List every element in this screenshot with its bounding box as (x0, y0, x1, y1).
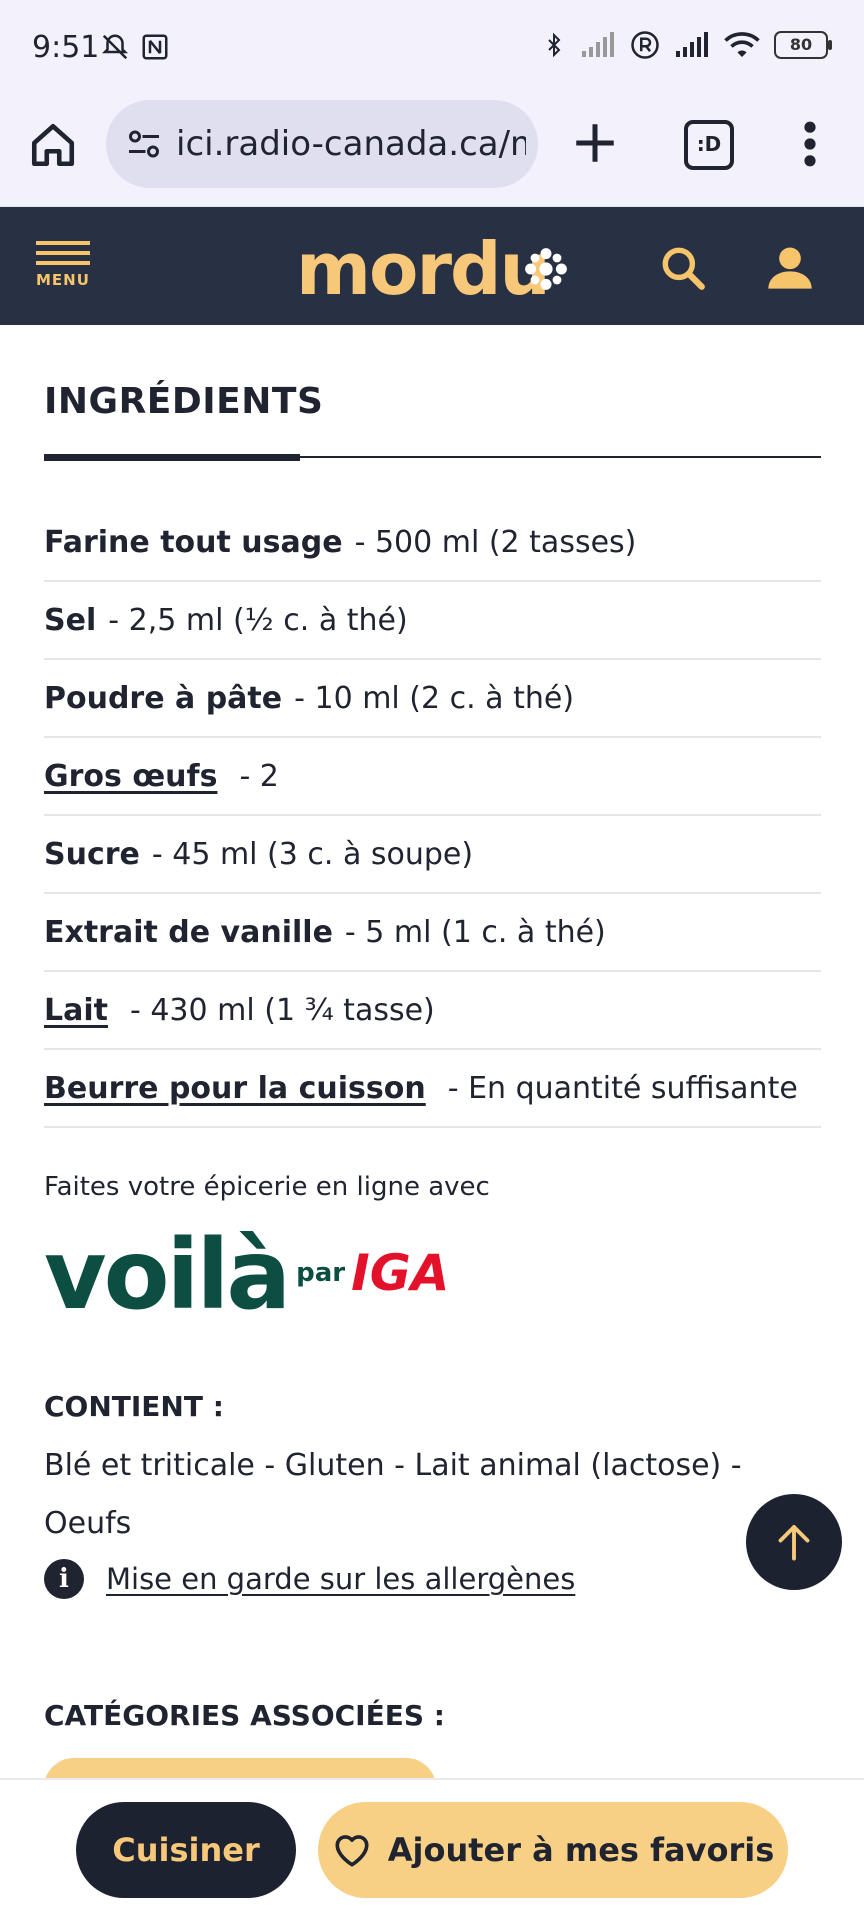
radio-canada-gem-icon (525, 248, 567, 290)
add-to-favorites-label: Ajouter à mes favoris (387, 1831, 775, 1869)
tabs-button[interactable]: :D (684, 120, 734, 170)
hamburger-icon (36, 241, 96, 265)
allergen-warning: i Mise en garde sur les allergènes (44, 1559, 821, 1599)
bottom-action-bar: Cuisiner Ajouter à mes favoris (0, 1778, 864, 1922)
url-text[interactable]: ici.radio-canada.ca/mordu (176, 124, 526, 164)
scroll-to-top-button[interactable] (746, 1494, 842, 1590)
browser-toolbar: ici.radio-canada.ca/mordu :D (0, 96, 864, 207)
site-settings-icon[interactable] (126, 126, 162, 162)
heart-icon (335, 1835, 369, 1867)
ingredient-name: Sel (44, 602, 97, 638)
ingredient-quantity: - 5 ml (1 c. à thé) (344, 914, 606, 950)
status-left-icons (100, 32, 170, 62)
ingredient-row: Gros œufs - 2 (44, 738, 821, 816)
ingredient-quantity: - En quantité suffisante (447, 1070, 798, 1106)
ingredient-name: Extrait de vanille (44, 914, 333, 950)
mordu-logo[interactable]: mordu (296, 227, 551, 311)
ingredient-list: Farine tout usage - 500 ml (2 tasses) Se… (44, 504, 821, 1128)
battery-icon: 80 (774, 31, 832, 59)
ingredient-quantity: - 2 (239, 758, 279, 794)
voila-wordmark: voilà (44, 1219, 291, 1331)
ingredient-row: Farine tout usage - 500 ml (2 tasses) (44, 504, 821, 582)
ingredient-link[interactable]: Beurre pour la cuisson (44, 1071, 426, 1106)
ingredient-row: Extrait de vanille - 5 ml (1 c. à thé) (44, 894, 821, 972)
contains-title: CONTIENT : (44, 1390, 224, 1423)
status-time: 9:51 (32, 30, 100, 65)
allergen-warning-link[interactable]: Mise en garde sur les allergènes (106, 1562, 575, 1596)
ingredient-quantity: - 10 ml (2 c. à thé) (294, 680, 575, 716)
search-icon[interactable] (658, 243, 708, 293)
info-icon: i (44, 1559, 84, 1599)
menu-label: MENU (36, 271, 90, 289)
allergens-text: Blé et triticale - Gluten - Lait animal … (44, 1448, 742, 1541)
ingredients-tab-indicator (44, 454, 821, 461)
plus-icon[interactable] (570, 118, 620, 168)
ingredient-quantity: - 45 ml (3 c. à soupe) (151, 836, 474, 872)
bluetooth-icon (548, 32, 561, 58)
ingredient-quantity: - 430 ml (1 ¾ tasse) (129, 992, 435, 1028)
iga-wordmark: IGA (351, 1244, 450, 1302)
bell-off-icon (101, 34, 129, 60)
add-to-favorites-button[interactable]: Ajouter à mes favoris (318, 1802, 788, 1898)
cook-button[interactable]: Cuisiner (76, 1802, 296, 1898)
voila-iga-logo[interactable]: voilà par IGA (44, 1219, 821, 1331)
ingredient-row: Sucre - 45 ml (3 c. à soupe) (44, 816, 821, 894)
status-bar: 9:51 80 (0, 0, 864, 96)
ingredient-name: Sucre (44, 836, 140, 872)
ingredient-link[interactable]: Lait (44, 993, 108, 1028)
ingredient-name: Farine tout usage (44, 524, 343, 560)
voila-par-text: par (296, 1258, 346, 1288)
site-header: MENU mordu (0, 207, 864, 325)
registered-icon (631, 31, 659, 59)
signal-icon (582, 32, 614, 57)
ingredient-link[interactable]: Gros œufs (44, 759, 217, 794)
nfc-icon (142, 34, 168, 60)
ingredient-row: Lait - 430 ml (1 ¾ tasse) (44, 972, 821, 1050)
signal-icon (676, 32, 708, 57)
user-icon[interactable] (764, 241, 816, 293)
battery-level: 80 (789, 35, 813, 54)
grocery-promo-text: Faites votre épicerie en ligne avec (44, 1172, 490, 1202)
categories-title: CATÉGORIES ASSOCIÉES : (44, 1699, 445, 1732)
ingredient-row: Poudre à pâte - 10 ml (2 c. à thé) (44, 660, 821, 738)
ingredient-row: Sel - 2,5 ml (½ c. à thé) (44, 582, 821, 660)
ingredient-name: Poudre à pâte (44, 680, 283, 716)
status-right-icons: 80 (542, 30, 832, 60)
menu-button[interactable]: MENU (36, 241, 96, 301)
address-bar[interactable]: ici.radio-canada.ca/mordu (106, 100, 538, 188)
wifi-icon (724, 32, 760, 57)
ingredients-title: INGRÉDIENTS (44, 381, 324, 422)
arrow-up-icon (778, 1525, 810, 1561)
recipe-content: INGRÉDIENTS Farine tout usage - 500 ml (… (44, 325, 821, 1818)
ingredient-quantity: - 2,5 ml (½ c. à thé) (108, 602, 408, 638)
ingredient-quantity: - 500 ml (2 tasses) (354, 524, 637, 560)
more-vert-icon[interactable] (790, 116, 830, 172)
home-icon[interactable] (28, 120, 78, 170)
ingredient-row: Beurre pour la cuisson - En quantité suf… (44, 1050, 821, 1128)
